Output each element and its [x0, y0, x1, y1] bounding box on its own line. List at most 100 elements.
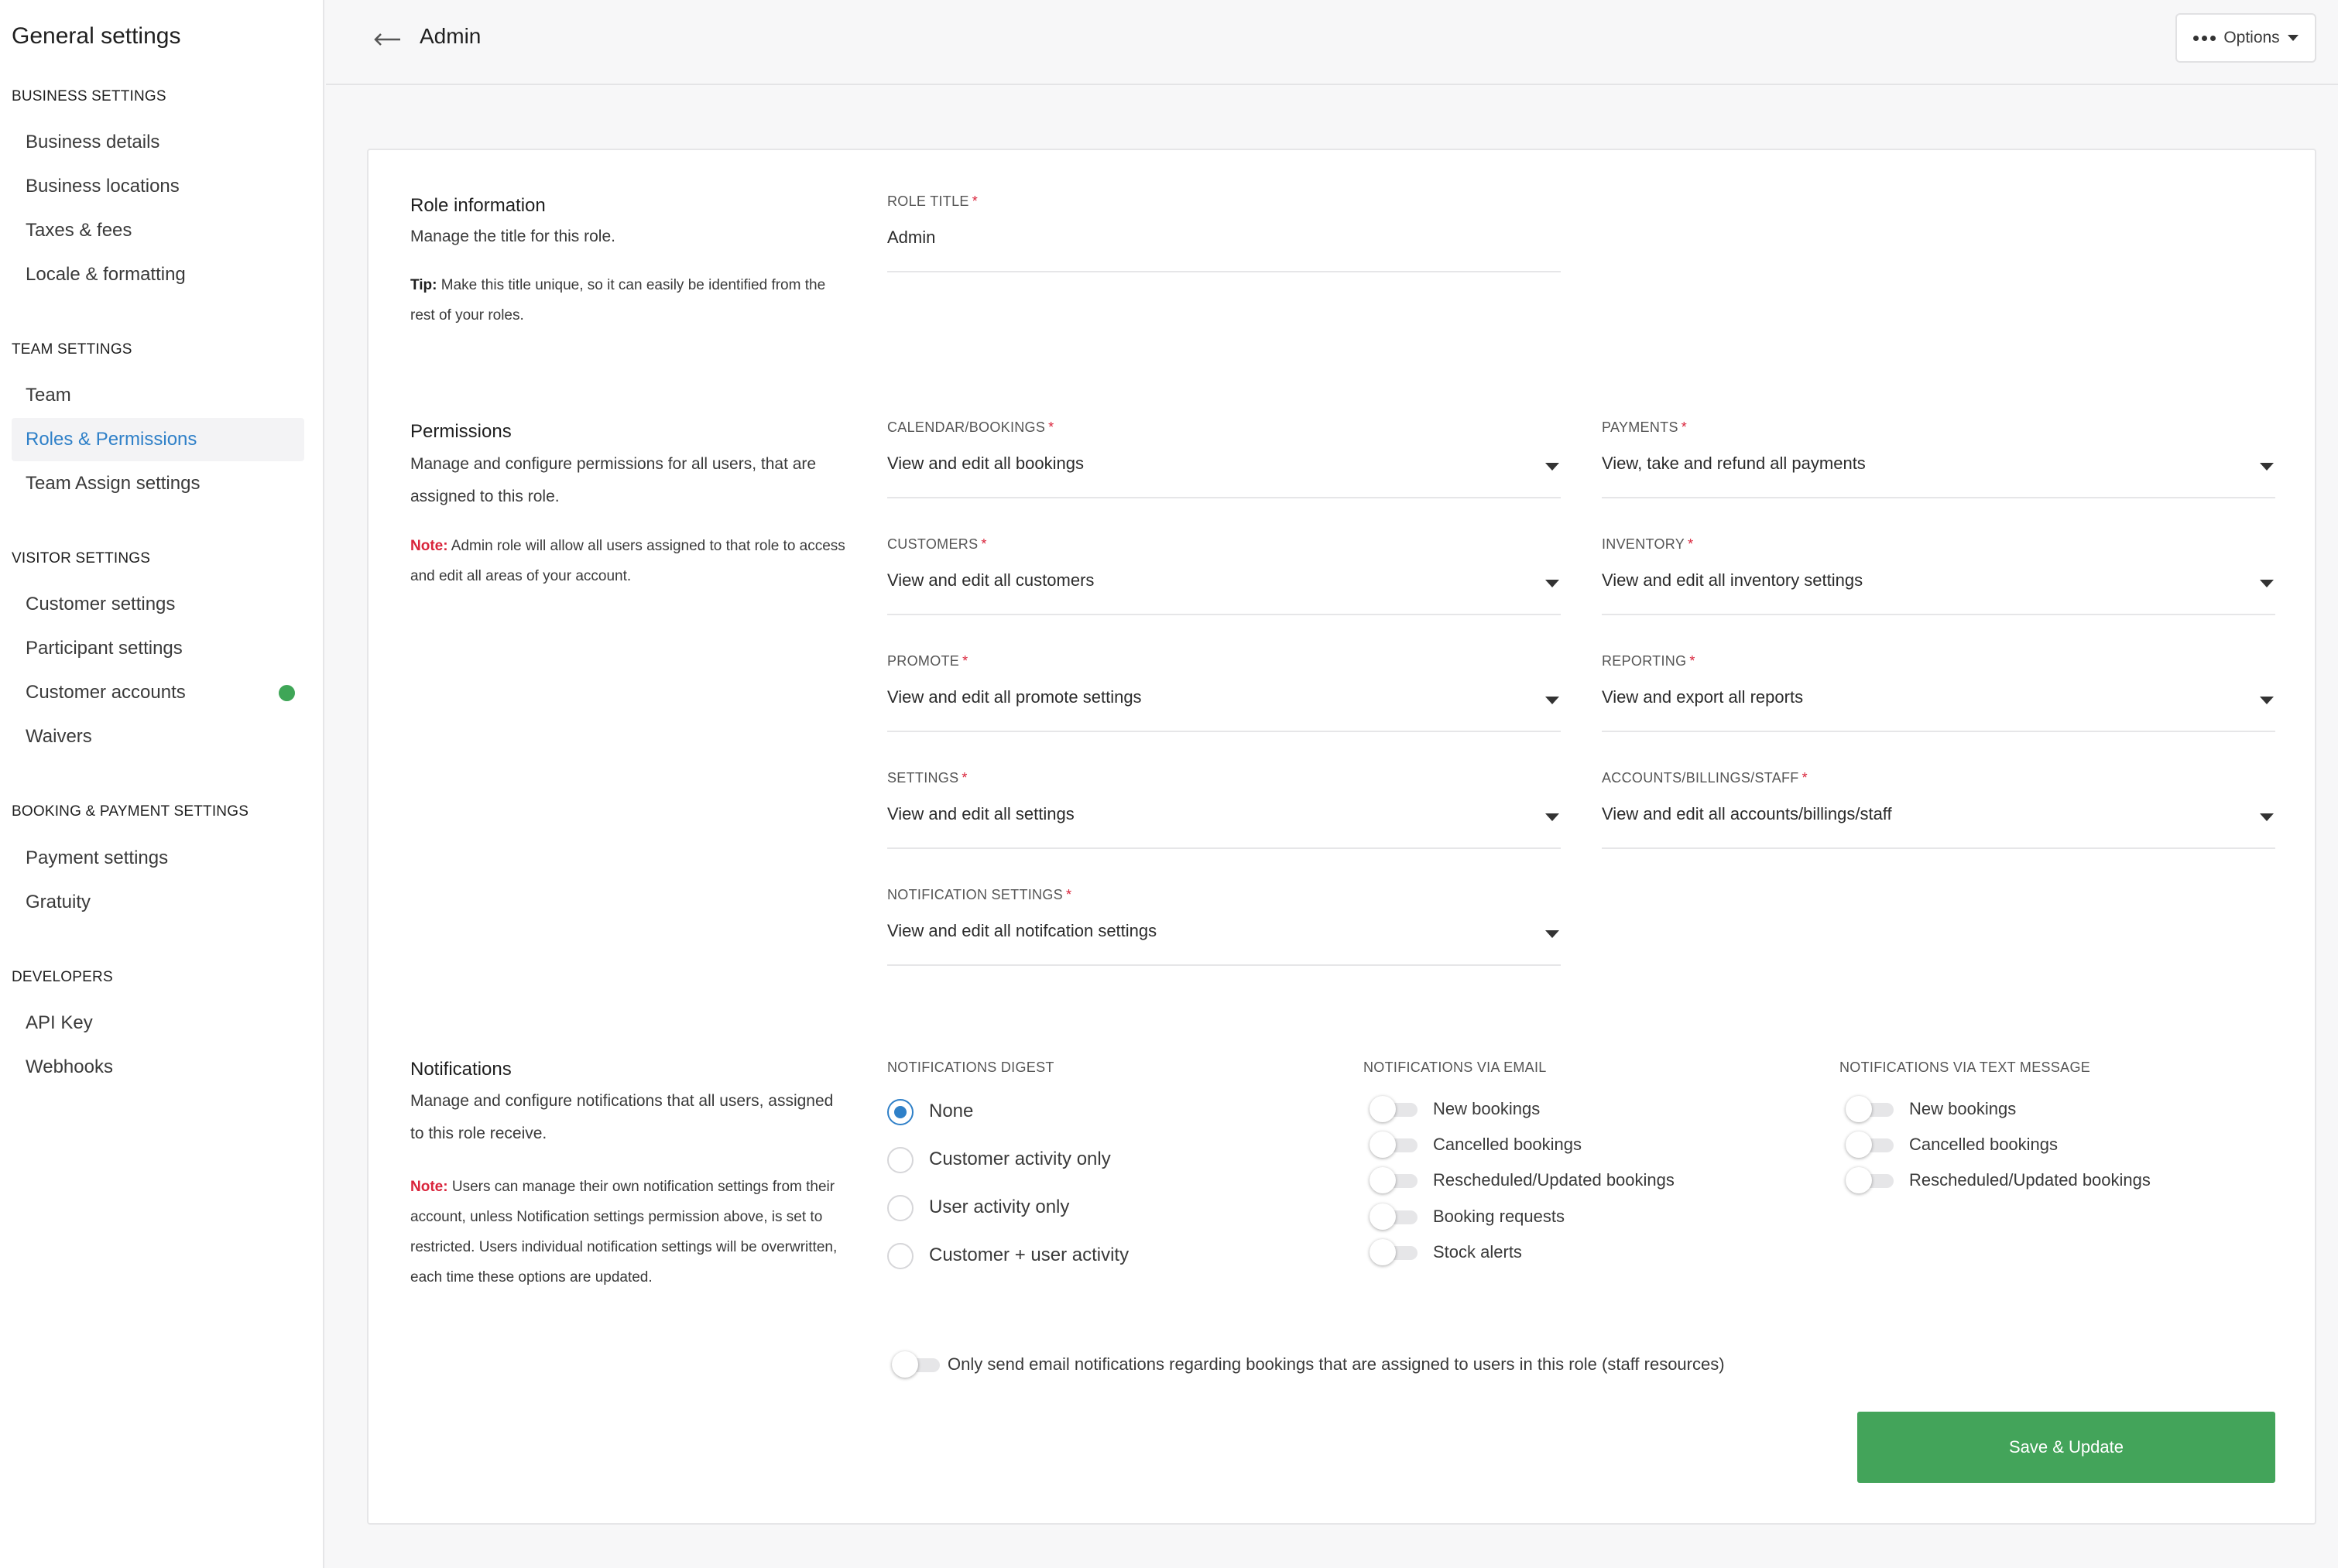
field-underline — [1602, 614, 2275, 615]
toggle-label: Rescheduled/Updated bookings — [1433, 1170, 1675, 1190]
field-label: SETTINGS * — [887, 770, 1561, 786]
select-notification-settings[interactable]: NOTIFICATION SETTINGS * View and edit all… — [887, 887, 1561, 966]
options-button[interactable]: Options — [2175, 13, 2316, 63]
sidebar-item-roles-permissions[interactable]: Roles & Permissions — [12, 418, 304, 461]
sidebar-item-webhooks[interactable]: Webhooks — [12, 1046, 304, 1089]
field-underline — [1602, 731, 2275, 732]
note-label: Note: — [410, 538, 448, 554]
role-title-label: ROLE TITLE * — [887, 193, 1561, 210]
sidebar-item-business-locations[interactable]: Business locations — [12, 165, 304, 208]
permissions-note: Note: Admin role will allow all users as… — [410, 531, 852, 591]
select-value: View and edit all promote settings — [887, 687, 1142, 707]
radio-unselected-icon — [887, 1243, 914, 1269]
caret-down-icon — [1545, 813, 1559, 821]
required-asterisk: * — [1801, 770, 1808, 786]
select-calendar-bookings[interactable]: CALENDAR/BOOKINGS * View and edit all boo… — [887, 419, 1561, 498]
toggle-label: New bookings — [1909, 1099, 2017, 1118]
sidebar-item-business-details[interactable]: Business details — [12, 121, 304, 164]
required-asterisk: * — [981, 536, 987, 552]
note-text: Admin role will allow all users assigned… — [410, 538, 845, 584]
sidebar-item-api-key[interactable]: API Key — [12, 1001, 304, 1045]
sidebar-item-team-assign[interactable]: Team Assign settings — [12, 462, 304, 505]
required-asterisk: * — [1688, 536, 1694, 552]
label-text: PAYMENTS — [1602, 419, 1678, 435]
sidebar-item-gratuity[interactable]: Gratuity — [12, 881, 304, 924]
sidebar-item-payment-settings[interactable]: Payment settings — [12, 837, 304, 880]
sidebar-item-waivers[interactable]: Waivers — [12, 715, 304, 758]
toggle-label: New bookings — [1433, 1099, 1541, 1118]
save-update-button[interactable]: Save & Update — [1857, 1412, 2275, 1483]
digest-heading: NOTIFICATIONS DIGEST — [887, 1060, 1054, 1075]
toggle-label: Booking requests — [1433, 1207, 1565, 1226]
field-label: PROMOTE * — [887, 653, 1561, 669]
radio-label: User activity only — [929, 1197, 1070, 1217]
caret-down-icon — [2260, 463, 2274, 471]
select-reporting[interactable]: REPORTING * View and export all reports — [1602, 653, 2275, 732]
radio-digest-customer-activity[interactable]: Customer activity only — [887, 1147, 1111, 1173]
caret-down-icon — [2260, 580, 2274, 587]
sidebar-item-customer-settings[interactable]: Customer settings — [12, 583, 304, 626]
role-info-title: Role information — [410, 195, 546, 216]
role-title-field[interactable]: ROLE TITLE * Admin — [887, 193, 1561, 272]
sidebar-item-taxes-fees[interactable]: Taxes & fees — [12, 209, 304, 252]
more-dots-icon — [2193, 35, 2216, 41]
toggle-switch-icon — [1370, 1167, 1418, 1193]
sidebar-item-participant-settings[interactable]: Participant settings — [12, 627, 304, 670]
permissions-description: Manage and configure permissions for all… — [410, 455, 817, 505]
label-text: INVENTORY — [1602, 536, 1685, 552]
required-asterisk: * — [1065, 887, 1072, 902]
label-text: SETTINGS — [887, 770, 959, 786]
radio-label: None — [929, 1101, 974, 1121]
field-underline — [1602, 497, 2275, 498]
sidebar-item-locale-formatting[interactable]: Locale & formatting — [12, 253, 304, 296]
caret-down-icon — [1545, 463, 1559, 471]
radio-digest-customer-user-activity[interactable]: Customer + user activity — [887, 1243, 1129, 1269]
page-header: Admin Options — [326, 0, 2338, 85]
options-label: Options — [2223, 29, 2280, 46]
toggle-switch-icon — [892, 1351, 940, 1378]
field-underline — [887, 731, 1561, 732]
field-label: REPORTING * — [1602, 653, 2275, 669]
radio-digest-none[interactable]: None — [887, 1099, 973, 1125]
sidebar-section-booking-payment: BOOKING & PAYMENT SETTINGS — [12, 803, 249, 820]
caret-down-icon — [2260, 697, 2274, 704]
label-text: ACCOUNTS/BILLINGS/STAFF — [1602, 770, 1799, 786]
role-title-input[interactable]: Admin — [887, 228, 935, 248]
select-inventory[interactable]: INVENTORY * View and edit all inventory s… — [1602, 536, 2275, 615]
select-value: View and edit all settings — [887, 804, 1075, 823]
radio-digest-user-activity[interactable]: User activity only — [887, 1195, 1069, 1221]
select-promote[interactable]: PROMOTE * View and edit all promote setti… — [887, 653, 1561, 732]
text-heading: NOTIFICATIONS VIA TEXT MESSAGE — [1839, 1060, 2091, 1075]
toggle-switch-icon — [1846, 1131, 1894, 1158]
select-settings[interactable]: SETTINGS * View and edit all settings — [887, 770, 1561, 849]
field-label: CUSTOMERS * — [887, 536, 1561, 553]
field-underline — [887, 497, 1561, 498]
select-value: View and edit all notifcation settings — [887, 921, 1157, 940]
label-text: CALENDAR/BOOKINGS — [887, 419, 1046, 435]
field-underline — [887, 271, 1561, 272]
required-asterisk: * — [1048, 419, 1054, 435]
required-asterisk: * — [1681, 419, 1688, 435]
select-customers[interactable]: CUSTOMERS * View and edit all customers — [887, 536, 1561, 615]
select-accounts-billings-staff[interactable]: ACCOUNTS/BILLINGS/STAFF * View and edit a… — [1602, 770, 2275, 849]
role-settings-card: Role information Manage the title for th… — [367, 149, 2316, 1525]
required-asterisk: * — [1689, 653, 1695, 669]
radio-selected-icon — [887, 1099, 914, 1125]
sidebar-item-label: Customer accounts — [26, 682, 186, 703]
status-dot-icon — [279, 685, 295, 701]
chevron-down-icon — [2287, 35, 2299, 41]
select-value: View and edit all inventory settings — [1602, 570, 1863, 590]
field-underline — [887, 847, 1561, 849]
permissions-title: Permissions — [410, 421, 512, 442]
field-label: NOTIFICATION SETTINGS * — [887, 887, 1561, 903]
notifications-description: Manage and configure notifications that … — [410, 1092, 834, 1142]
select-payments[interactable]: PAYMENTS * View, take and refund all paym… — [1602, 419, 2275, 498]
field-underline — [1602, 847, 2275, 849]
sidebar-item-team[interactable]: Team — [12, 374, 304, 417]
sidebar-item-customer-accounts[interactable]: Customer accounts — [12, 671, 304, 714]
required-asterisk: * — [972, 193, 979, 209]
notifications-note: Note: Users can manage their own notific… — [410, 1172, 852, 1292]
arrow-left-icon[interactable] — [372, 23, 402, 54]
toggle-switch-icon — [1846, 1167, 1894, 1193]
toggle-switch-icon — [1846, 1096, 1894, 1122]
